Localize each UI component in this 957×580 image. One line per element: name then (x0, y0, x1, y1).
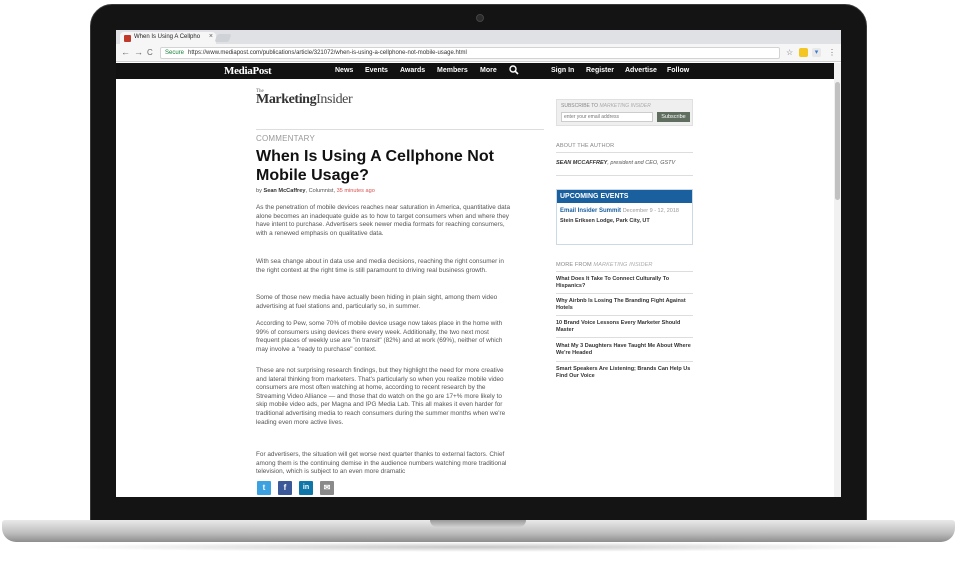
divider (556, 152, 693, 153)
close-tab-icon[interactable]: × (209, 33, 213, 40)
related-article-link[interactable]: Smart Speakers Are Listening; Brands Can… (556, 366, 693, 380)
email-field[interactable] (561, 112, 653, 122)
nav-advertise[interactable]: Advertise (625, 67, 657, 74)
subscribe-box: SUBSCRIBE TO MARKETING INSIDER Subscribe (556, 99, 693, 126)
browser-tab[interactable]: When Is Using A Cellpho × (120, 32, 216, 44)
divider (556, 293, 693, 294)
subscribe-button[interactable]: Subscribe (657, 112, 690, 122)
divider (256, 129, 544, 130)
related-article-link[interactable]: What Does It Take To Connect Culturally … (556, 276, 693, 290)
forward-icon[interactable]: → (134, 47, 143, 58)
tab-title: When Is Using A Cellpho (134, 34, 201, 40)
email-icon[interactable]: ✉ (320, 481, 334, 495)
article-paragraph: According to Pew, some 70% of mobile dev… (256, 320, 503, 353)
site-logo[interactable]: MediaPost (224, 65, 272, 77)
divider (556, 175, 693, 176)
subscribe-label: SUBSCRIBE TO MARKETING INSIDER (561, 103, 651, 109)
brand-name-bold: Marketing (256, 92, 317, 107)
menu-icon[interactable]: ⋮ (828, 47, 836, 58)
nav-awards[interactable]: Awards (400, 67, 425, 74)
laptop-shadow (40, 542, 917, 552)
event-link[interactable]: Email Insider Summit December 9 - 12, 20… (560, 208, 679, 214)
star-icon[interactable]: ☆ (786, 47, 793, 58)
article-paragraph: With sea change about in data use and me… (256, 258, 504, 274)
nav-follow[interactable]: Follow (667, 67, 689, 74)
search-icon[interactable] (509, 65, 519, 77)
about-author-heading: ABOUT THE AUTHOR (556, 143, 615, 149)
article-kicker[interactable]: COMMENTARY (256, 134, 315, 143)
reload-icon[interactable]: C (147, 47, 153, 58)
camera-icon (476, 14, 484, 22)
author-link[interactable]: Sean McCaffrey (263, 188, 305, 194)
brand-name-rest: Insider (316, 92, 353, 107)
new-tab-button[interactable] (214, 34, 232, 42)
article-paragraph: These are not surprising research findin… (256, 367, 506, 426)
event-location: Stein Eriksen Lodge, Park City, UT (560, 218, 650, 224)
byline-section: , Columnist, (305, 188, 335, 194)
related-article-link[interactable]: What My 3 Daughters Have Taught Me About… (556, 343, 693, 357)
scrollbar-thumb[interactable] (835, 82, 840, 200)
shield-extension-icon[interactable]: ▾ (812, 48, 821, 57)
site-nav: MediaPost News Events Awards Members Mor… (116, 63, 841, 79)
article-headline: When Is Using A Cellphone Not Mobile Usa… (256, 148, 494, 184)
url-text: https://www.mediapost.com/publications/a… (188, 50, 467, 56)
more-from-heading: MORE FROM MARKETING INSIDER (556, 262, 653, 268)
extension-icon[interactable] (799, 48, 808, 57)
upcoming-events-box: UPCOMING EVENTS Email Insider Summit Dec… (556, 189, 693, 245)
facebook-icon[interactable]: f (278, 481, 292, 495)
twitter-icon[interactable]: t (257, 481, 271, 495)
article-paragraph: For advertisers, the situation will get … (256, 451, 507, 476)
page-body (116, 79, 834, 497)
nav-register[interactable]: Register (586, 67, 614, 74)
divider (556, 271, 693, 272)
divider (556, 315, 693, 316)
url-input[interactable]: Secure https://www.mediapost.com/publicat… (160, 47, 780, 59)
secure-label: Secure (165, 50, 185, 56)
article-paragraph: Some of those new media have actually be… (256, 294, 498, 310)
nav-more[interactable]: More (480, 67, 497, 74)
back-icon[interactable]: ← (121, 47, 130, 58)
laptop-notch (430, 520, 526, 527)
upcoming-events-heading: UPCOMING EVENTS (557, 190, 692, 203)
nav-news[interactable]: News (335, 67, 353, 74)
divider (556, 337, 693, 338)
linkedin-icon[interactable]: in (299, 481, 313, 495)
address-bar: ← → C Secure https://www.mediapost.com/pu… (116, 44, 841, 62)
about-author-text: SEAN MCCAFFREY, president and CEO, GSTV (556, 160, 676, 166)
event-date: December 9 - 12, 2018 (622, 208, 679, 214)
byline-by: by (256, 188, 262, 194)
divider (556, 361, 693, 362)
byline: by Sean McCaffrey, Columnist, 35 minutes… (256, 188, 375, 194)
favicon-icon (124, 35, 131, 42)
nav-events[interactable]: Events (365, 67, 388, 74)
timestamp: 35 minutes ago (336, 188, 375, 194)
screen: When Is Using A Cellpho × ← → C Secure ht… (116, 30, 841, 497)
related-article-link[interactable]: Why Airbnb Is Losing The Branding Fight … (556, 298, 693, 312)
related-article-link[interactable]: 10 Brand Voice Lessons Every Marketer Sh… (556, 320, 693, 334)
nav-sign-in[interactable]: Sign In (551, 67, 574, 74)
article-paragraph: As the penetration of mobile devices rea… (256, 204, 510, 237)
tab-bar: When Is Using A Cellpho × (116, 30, 841, 44)
nav-members[interactable]: Members (437, 67, 468, 74)
